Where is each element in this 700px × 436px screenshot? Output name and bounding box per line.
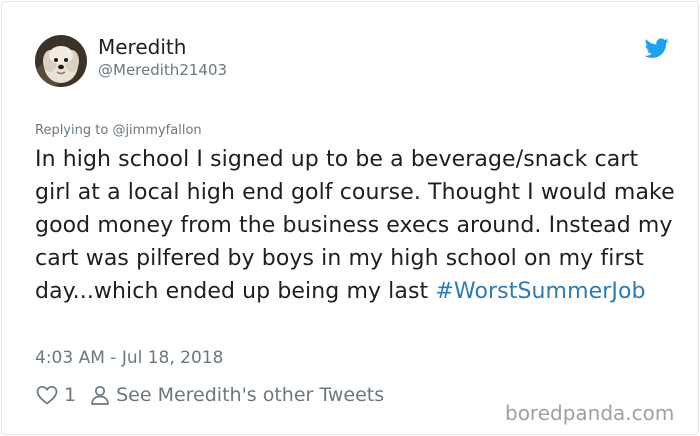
twitter-bird-icon[interactable]	[644, 36, 669, 60]
see-other-tweets-link[interactable]: See Meredith's other Tweets	[116, 384, 384, 406]
hashtag-link[interactable]: #WorstSummerJob	[435, 279, 645, 304]
reply-prefix: Replying to	[35, 123, 113, 138]
reply-target-link[interactable]: @jimmyfallon	[112, 123, 201, 138]
reply-context: Replying to @jimmyfallon	[35, 122, 202, 140]
tweet-text: In high school I signed up to be a bever…	[35, 143, 675, 308]
tweet-timestamp[interactable]: 4:03 AM - Jul 18, 2018	[35, 347, 223, 369]
person-outline-icon[interactable]	[88, 383, 112, 407]
tweet-card: Meredith @Meredith21403 Replying to @jim…	[1, 1, 699, 435]
author-handle[interactable]: @Meredith21403	[98, 60, 227, 80]
avatar[interactable]	[35, 35, 87, 87]
like-count[interactable]: 1	[64, 384, 76, 406]
heart-outline-icon[interactable]	[35, 383, 59, 407]
author-display-name[interactable]: Meredith	[98, 35, 186, 59]
tweet-actions: 1 See Meredith's other Tweets	[35, 382, 384, 408]
watermark: boredpanda.com	[505, 401, 675, 425]
